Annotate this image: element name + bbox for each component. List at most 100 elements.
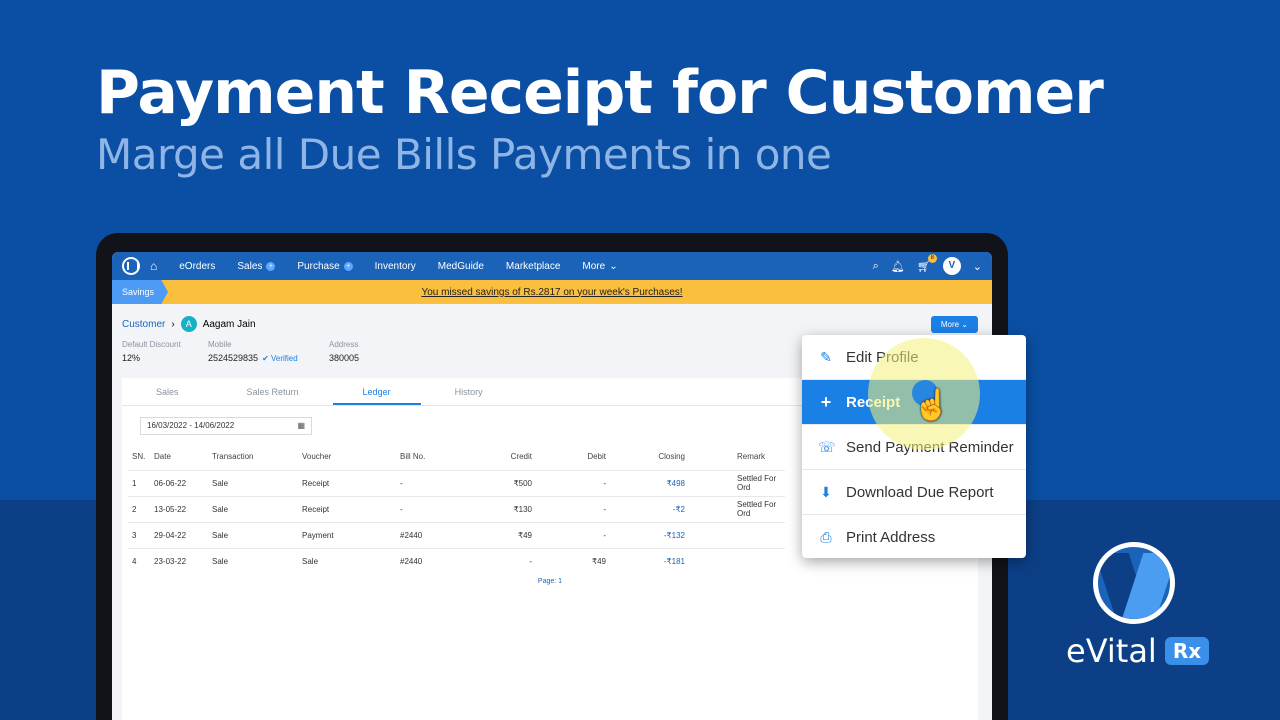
- verified-badge: ✔ Verified: [262, 353, 298, 363]
- chevron-down-icon: ⌄: [609, 260, 618, 272]
- cart-icon[interactable]: 🛒︎ 8: [917, 253, 937, 273]
- table-cell: 4: [128, 547, 154, 574]
- table-cell: -₹132: [606, 521, 685, 548]
- col-date: Date: [154, 452, 171, 462]
- mobile-value-row: 2524529835 ✔ Verified: [208, 353, 329, 363]
- nav-item-marketplace[interactable]: Marketplace: [506, 261, 560, 272]
- table-row: 2 13-05-22 Sale Receipt - ₹130- -₹2 Settled For…: [128, 495, 785, 522]
- chevron-right-icon: ›: [171, 318, 175, 330]
- discount-value: 12%: [122, 353, 141, 363]
- nav-item-inventory[interactable]: Inventory: [375, 261, 416, 272]
- nav-item-eorders[interactable]: eOrders: [179, 261, 215, 272]
- subheadline: Marge all Due Bills Payments in one: [96, 130, 832, 179]
- menu-item-label: Receipt: [846, 393, 901, 411]
- table-row: 4 23-03-22 Sale Sale #2440- ₹49 -₹181: [128, 547, 785, 574]
- table-cell: Sale: [212, 495, 302, 522]
- table-cell: -: [532, 495, 606, 522]
- date-range-input[interactable]: 16/03/2022 - 14/06/2022 ▦: [140, 417, 312, 435]
- table-cell: 13-05-22: [154, 495, 212, 522]
- home-icon[interactable]: ⌂: [150, 259, 157, 273]
- table-cell: #2440: [400, 521, 480, 548]
- nav-item-more[interactable]: More ⌄: [582, 261, 617, 272]
- menu-item-label: Print Address: [846, 529, 936, 546]
- navbar-right: ⌕ 🔔︎ 🛒︎ 8 V ⌄: [873, 253, 982, 275]
- evital-logo-icon: [1093, 542, 1175, 624]
- printer-icon: ⎙: [820, 529, 832, 545]
- table-cell: -₹2: [606, 495, 685, 522]
- table-cell: -: [532, 469, 606, 496]
- menu-item-download-due-report[interactable]: ⬇ Download Due Report: [802, 470, 1026, 515]
- table-cell: 2: [128, 495, 154, 522]
- nav-item-purchase[interactable]: Purchase +: [297, 261, 353, 272]
- chevron-down-icon[interactable]: ⌄: [973, 260, 982, 273]
- table-cell: 06-06-22: [154, 469, 212, 496]
- table-cell: [685, 547, 785, 574]
- table-header-row: SN. Date Transaction Voucher Bill No. Cr…: [128, 444, 785, 470]
- savings-banner: Savings You missed savings of Rs.2817 on…: [112, 280, 992, 304]
- breadcrumb-customer-link[interactable]: Customer: [122, 319, 165, 330]
- chevron-down-icon: ⌄: [961, 320, 968, 329]
- menu-item-edit-profile[interactable]: ✎ Edit Profile: [802, 335, 1026, 380]
- check-circle-icon: ✔: [262, 353, 269, 363]
- col-bill-no: Bill No.: [400, 452, 426, 462]
- info-address: Address 380005: [329, 340, 415, 363]
- nav-item-sales[interactable]: Sales +: [237, 261, 276, 272]
- table-cell: -: [532, 521, 606, 548]
- table-cell: ₹49: [532, 547, 606, 574]
- brand-wordmark: eVital Rx: [1066, 632, 1210, 670]
- col-sn: SN.: [132, 452, 146, 462]
- table-row: 1 06-06-22 Sale Receipt - ₹500- ₹498 Settled Fo…: [128, 469, 785, 496]
- table-cell: Settled For Ord: [685, 495, 785, 522]
- col-voucher: Voucher: [302, 452, 332, 462]
- headline: Payment Receipt for Customer: [96, 58, 1104, 128]
- tab-ledger[interactable]: Ledger: [332, 378, 421, 405]
- table-cell: -: [400, 495, 480, 522]
- customer-name: Aagam Jain: [202, 318, 256, 330]
- info-discount: Default Discount 12%: [122, 340, 208, 363]
- app-logo-icon[interactable]: [122, 257, 140, 275]
- brand-suffix: Rx: [1164, 637, 1210, 665]
- tab-history[interactable]: History: [421, 378, 517, 405]
- pagination-label: Page: 1: [537, 578, 563, 585]
- top-navbar: ⌂ eOrders Sales + Purchase + Inventory Med…: [112, 252, 992, 280]
- plus-badge-icon: +: [266, 261, 276, 271]
- address-label: Address: [329, 340, 359, 349]
- table-cell: 3: [128, 521, 154, 548]
- menu-item-print-address[interactable]: ⎙ Print Address: [802, 515, 1026, 560]
- table-cell: 29-04-22: [154, 521, 212, 548]
- menu-item-label: Download Due Report: [846, 483, 994, 501]
- menu-item-label: Edit Profile: [846, 348, 919, 366]
- tab-sales-return[interactable]: Sales Return: [213, 378, 333, 405]
- cart-count-badge: 8: [927, 253, 937, 263]
- more-button[interactable]: More ⌄: [930, 316, 978, 333]
- savings-message-link[interactable]: You missed savings of Rs.2817 on your we…: [112, 287, 992, 298]
- table-cell: 23-03-22: [154, 547, 212, 574]
- avatar[interactable]: V: [942, 257, 961, 275]
- mobile-label: Mobile: [208, 340, 232, 349]
- col-remark: Remark: [737, 452, 766, 462]
- search-icon[interactable]: ⌕: [873, 260, 879, 273]
- pencil-icon: ✎: [820, 348, 832, 365]
- table-cell: Payment: [302, 521, 400, 548]
- tab-sales[interactable]: Sales: [122, 378, 213, 405]
- table-cell: 1: [128, 469, 154, 496]
- nav-item-medguide[interactable]: MedGuide: [438, 261, 484, 272]
- menu-item-send-payment-reminder[interactable]: ☏ Send Payment Reminder: [802, 425, 1026, 470]
- mobile-value: 2524529835: [208, 353, 259, 363]
- customer-avatar: A: [180, 316, 197, 332]
- table-cell: Sale: [212, 547, 302, 574]
- col-transaction: Transaction: [212, 452, 254, 462]
- table-cell: Sale: [212, 469, 302, 496]
- table-cell: -: [480, 547, 532, 574]
- table-cell: Sale: [212, 521, 302, 548]
- table-cell: ₹130: [480, 495, 532, 522]
- calendar-icon[interactable]: ▦: [297, 418, 305, 434]
- bell-icon[interactable]: 🔔︎: [891, 260, 905, 273]
- table-cell: ₹500: [480, 469, 532, 496]
- discount-label: Default Discount: [122, 340, 181, 349]
- table-cell: -: [400, 469, 480, 496]
- table-cell: Receipt: [302, 495, 400, 522]
- info-mobile: Mobile 2524529835 ✔ Verified: [208, 340, 329, 363]
- col-debit: Debit: [587, 452, 606, 462]
- menu-item-label: Send Payment Reminder: [846, 438, 1014, 456]
